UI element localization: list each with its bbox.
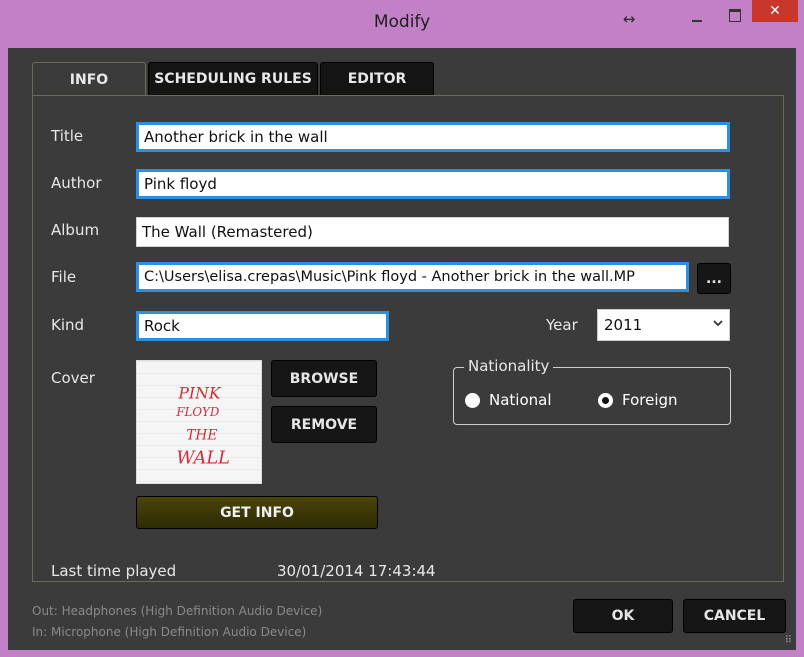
remove-button[interactable]: REMOVE — [271, 406, 377, 443]
album-input[interactable]: The Wall (Remastered) — [136, 217, 729, 247]
album-label: Album — [51, 221, 100, 239]
maximize-button[interactable] — [720, 0, 750, 30]
input-device-status: In: Microphone (High Definition Audio De… — [32, 625, 307, 639]
last-played-value: 30/01/2014 17:43:44 — [277, 562, 436, 580]
tab-editor[interactable]: EDITOR — [320, 62, 434, 96]
dialog-body: INFO SCHEDULING RULES EDITOR Title Anoth… — [8, 48, 796, 650]
get-info-button[interactable]: GET INFO — [136, 496, 378, 529]
title-input[interactable]: Another brick in the wall — [136, 122, 730, 152]
browse-button[interactable]: BROWSE — [271, 360, 377, 397]
svg-text:WALL: WALL — [176, 448, 230, 468]
kind-input[interactable]: Rock — [136, 311, 389, 341]
cover-label: Cover — [51, 369, 95, 387]
year-selected-value: 2011 — [604, 316, 643, 334]
national-radio[interactable] — [465, 393, 480, 408]
file-input[interactable]: C:\Users\elisa.crepas\Music\Pink floyd -… — [136, 262, 689, 292]
cover-image: PINK FLOYD THE WALL — [136, 360, 262, 484]
close-button[interactable]: ✕ — [752, 0, 798, 22]
kind-label: Kind — [51, 316, 85, 334]
chevron-down-icon — [713, 316, 723, 331]
year-label: Year — [546, 316, 578, 334]
national-label[interactable]: National — [489, 391, 552, 409]
year-select[interactable]: 2011 — [597, 309, 730, 341]
file-label: File — [51, 268, 77, 286]
ok-button[interactable]: OK — [573, 599, 673, 633]
output-device-status: Out: Headphones (High Definition Audio D… — [32, 604, 323, 618]
svg-text:PINK: PINK — [177, 383, 222, 402]
svg-text:THE: THE — [186, 428, 217, 444]
nationality-group: Nationality National Foreign — [453, 357, 731, 425]
resize-icon[interactable]: ↔ — [616, 4, 642, 34]
tab-info[interactable]: INFO — [32, 62, 146, 96]
cancel-button[interactable]: CANCEL — [683, 599, 786, 633]
foreign-label[interactable]: Foreign — [622, 391, 678, 409]
modify-dialog: Modify ↔ ✕ INFO SCHEDULING RULES EDITOR … — [0, 0, 804, 657]
title-label: Title — [51, 127, 84, 145]
minimize-button[interactable] — [682, 0, 712, 30]
author-input[interactable]: Pink floyd — [136, 169, 730, 199]
svg-text:FLOYD: FLOYD — [175, 405, 219, 419]
file-browse-button[interactable]: ... — [697, 263, 731, 294]
nationality-legend: Nationality — [464, 357, 554, 375]
last-played-label: Last time played — [51, 562, 177, 580]
tab-scheduling-rules[interactable]: SCHEDULING RULES — [148, 62, 318, 96]
title-bar[interactable]: Modify ↔ ✕ — [0, 0, 804, 48]
author-label: Author — [51, 174, 102, 192]
resize-grip-icon[interactable]: ⠿ — [785, 635, 792, 646]
foreign-radio[interactable] — [598, 393, 613, 408]
album-art-logo: PINK FLOYD THE WALL — [175, 383, 230, 468]
